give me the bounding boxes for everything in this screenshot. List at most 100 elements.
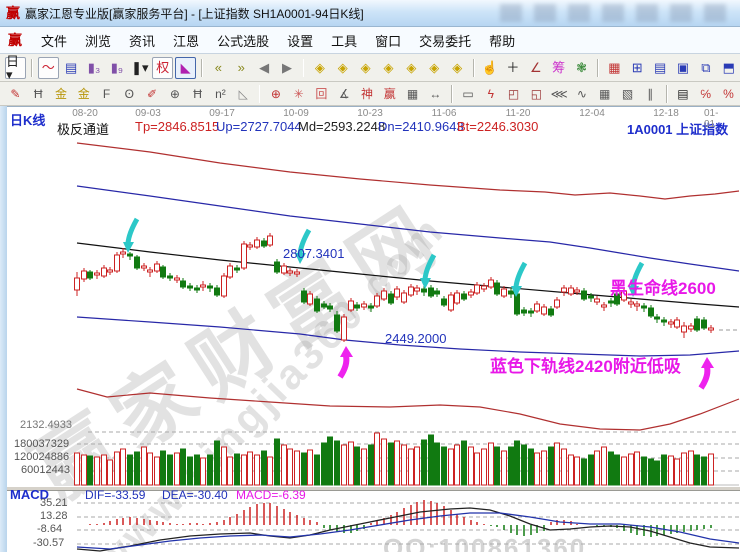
span-measure-icon[interactable]: ↔ xyxy=(425,84,446,104)
multi-window-icon[interactable]: ⧉ xyxy=(695,57,716,79)
gold-grid1-icon[interactable]: 金 xyxy=(51,84,72,104)
menu-item-交易委托[interactable]: 交易委托 xyxy=(410,29,480,52)
fib-grid-icon[interactable]: F xyxy=(96,84,117,104)
calendar-icon[interactable]: ▦ xyxy=(604,57,625,79)
diamond-up-icon[interactable]: ◈ xyxy=(401,57,422,79)
diamond-expand-icon[interactable]: ◈ xyxy=(332,57,353,79)
toolbar-separator xyxy=(597,59,599,77)
box-fan1-icon[interactable]: ◰ xyxy=(503,84,524,104)
date-label: 10-09 xyxy=(283,108,309,119)
bars-9day-icon[interactable]: ▮₉ xyxy=(106,57,127,79)
date-label: 08-20 xyxy=(72,108,98,119)
hand-tool-icon[interactable]: ☝ xyxy=(480,57,501,79)
number-grid-icon[interactable]: ▦ xyxy=(402,84,423,104)
save-icon[interactable]: ▣ xyxy=(673,57,694,79)
channel-param-label: Up=2727.7044 xyxy=(216,119,302,134)
menu-item-设置[interactable]: 设置 xyxy=(278,29,322,52)
rect-tool-icon[interactable]: ▭ xyxy=(458,84,479,104)
ying-grid-icon[interactable]: 赢 xyxy=(379,84,400,104)
pencil-tool-icon[interactable]: ✎ xyxy=(5,84,26,104)
grid-tool-icon[interactable]: ▦ xyxy=(594,84,615,104)
time-comb-icon[interactable]: Ħ xyxy=(187,84,208,104)
shen-grid-icon[interactable]: 神 xyxy=(357,84,378,104)
square-spiral-icon[interactable]: 回 xyxy=(311,84,332,104)
diamond-down-icon[interactable]: ◈ xyxy=(424,57,445,79)
square-of-nine-icon[interactable]: n² xyxy=(210,84,231,104)
spiral-icon[interactable]: ʘ xyxy=(119,84,140,104)
price-levels-icon[interactable]: ▤ xyxy=(673,84,694,104)
jump-first-icon[interactable]: « xyxy=(208,57,229,79)
menu-item-资讯[interactable]: 资讯 xyxy=(120,29,164,52)
macd-dea-value: DEA=-30.40 xyxy=(162,488,228,502)
grid-arrow-icon[interactable]: ▧ xyxy=(617,84,638,104)
bars-3min-icon[interactable]: ▮₃ xyxy=(84,57,105,79)
kline-period-selector-icon[interactable]: 日▾ xyxy=(5,57,26,79)
menu-item-公式选股[interactable]: 公式选股 xyxy=(208,29,278,52)
menu-item-江恩[interactable]: 江恩 xyxy=(164,29,208,52)
menu-item-窗口[interactable]: 窗口 xyxy=(366,29,410,52)
colored-kline-icon[interactable]: ◣ xyxy=(175,57,196,79)
toolbar-separator xyxy=(451,85,453,103)
diamond-center-icon[interactable]: ◈ xyxy=(447,57,468,79)
app-logo-icon: 赢 xyxy=(6,3,20,23)
zigzag-icon[interactable]: ∿ xyxy=(572,84,593,104)
restoration-icon[interactable]: 权 xyxy=(152,57,173,79)
gold-grid2-icon[interactable]: 金 xyxy=(73,84,94,104)
titlebar: 赢 赢家江恩专业版[赢家服务平台] - [上证指数 SH1A0001-94日K线… xyxy=(0,0,740,27)
circle-cross-icon[interactable]: ⊕ xyxy=(265,84,286,104)
menu-logo-icon: 赢 xyxy=(8,30,22,50)
titlebar-artifacts xyxy=(500,4,730,22)
volume-tick-120m: 120024886 xyxy=(14,451,69,463)
menu-item-帮助[interactable]: 帮助 xyxy=(480,29,524,52)
ray-fan-icon[interactable]: ϟ xyxy=(480,84,501,104)
f10-info-icon[interactable]: ▤ xyxy=(61,57,82,79)
minute-chart-icon[interactable]: 〜 xyxy=(38,57,59,79)
percent-icon[interactable]: % xyxy=(718,84,739,104)
star-burst-icon[interactable]: ✳ xyxy=(288,84,309,104)
arrow-fan-icon[interactable]: ⋘ xyxy=(549,84,570,104)
system-icon[interactable]: ⬒ xyxy=(718,57,739,79)
gann-comb-icon[interactable]: Ħ xyxy=(28,84,49,104)
diamond-right-icon[interactable]: ◈ xyxy=(378,57,399,79)
date-label: 01-01 xyxy=(704,108,728,130)
notepad-icon[interactable]: ▤ xyxy=(650,57,671,79)
toolbar-separator xyxy=(666,85,668,103)
watermark-qq: QQ:100861360 xyxy=(383,533,586,552)
menu-item-工具[interactable]: 工具 xyxy=(322,29,366,52)
box-fan2-icon[interactable]: ◱ xyxy=(526,84,547,104)
gann-angle-icon[interactable]: ∡ xyxy=(334,84,355,104)
channel-param-label: Md=2593.2248 xyxy=(298,119,385,134)
angle-measure-icon[interactable]: ∠ xyxy=(525,57,546,79)
volume-tick-60m: 60012443 xyxy=(21,464,70,476)
angle-tool-icon[interactable]: ◺ xyxy=(233,84,254,104)
menu-item-浏览[interactable]: 浏览 xyxy=(76,29,120,52)
step-forward-icon[interactable]: ▶ xyxy=(277,57,298,79)
menubar: 赢 文件浏览资讯江恩公式选股设置工具窗口交易委托帮助 xyxy=(0,27,740,54)
crosshair-icon[interactable]: ＋ xyxy=(502,57,523,79)
watermark-brand: 赢家财富网 xyxy=(7,170,464,523)
period-label: 日K线 xyxy=(10,110,45,129)
channel-param-label: Bt=2246.3030 xyxy=(457,119,538,134)
macd-tick-1: 35.21 xyxy=(40,497,68,509)
gann-wheel-icon[interactable]: ⊕ xyxy=(164,84,185,104)
step-back-icon[interactable]: ◀ xyxy=(254,57,275,79)
toolbar-separator xyxy=(259,85,261,103)
annotation-life-line: 黑生命线2600 xyxy=(610,274,716,299)
percent-slope-icon[interactable]: ℅ xyxy=(695,84,716,104)
date-label: 11-20 xyxy=(506,108,531,119)
ruler-pencil-icon[interactable]: ✐ xyxy=(142,84,163,104)
chips-icon[interactable]: 筹 xyxy=(548,57,569,79)
app-window: 赢 赢家江恩专业版[赢家服务平台] - [上证指数 SH1A0001-94日K线… xyxy=(0,0,740,552)
diamond-left-icon[interactable]: ◈ xyxy=(355,57,376,79)
date-label: 09-03 xyxy=(135,108,161,119)
candle-style-icon[interactable]: ❚▾ xyxy=(129,57,150,79)
jump-last-icon[interactable]: » xyxy=(231,57,252,79)
calculator-icon[interactable]: ⊞ xyxy=(627,57,648,79)
toolbar-drawing: ✎Ħ金金Fʘ✐⊕Ħn²◺⊕✳回∡神赢▦↔▭ϟ◰◱⋘∿▦▧∥▤℅% xyxy=(0,82,740,106)
menu-item-文件[interactable]: 文件 xyxy=(32,29,76,52)
parallel-lines-icon[interactable]: ∥ xyxy=(640,84,661,104)
diamond-compress-icon[interactable]: ◈ xyxy=(309,57,330,79)
price-axis-low-tick: 2132.4933 xyxy=(20,419,72,431)
smart-analysis-icon[interactable]: ❃ xyxy=(571,57,592,79)
menu-items: 文件浏览资讯江恩公式选股设置工具窗口交易委托帮助 xyxy=(32,29,524,52)
